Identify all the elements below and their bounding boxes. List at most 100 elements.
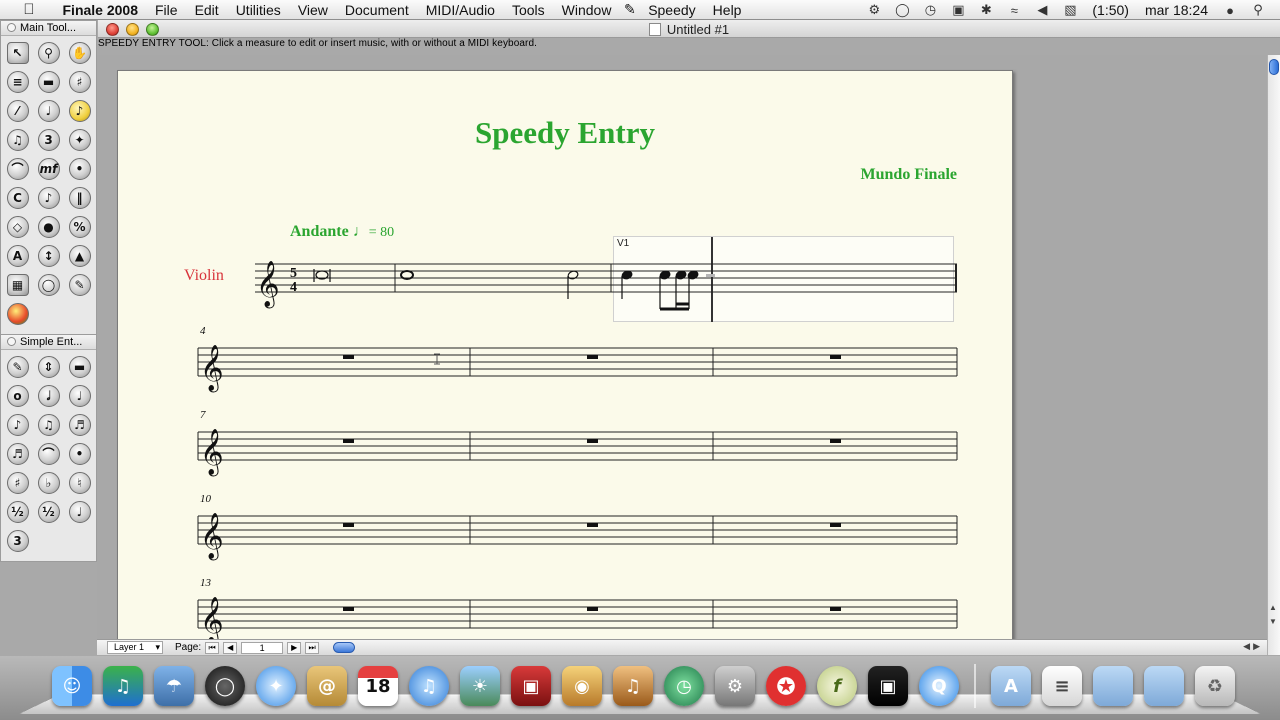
whole-note[interactable]: o (3, 382, 32, 409)
apple-menu-icon[interactable]:  (20, 1, 38, 18)
dock-downloads[interactable] (1140, 664, 1188, 708)
app-menu[interactable]: Finale 2008 (54, 2, 147, 18)
menu-window[interactable]: Window (553, 2, 620, 18)
menu-utilities[interactable]: Utilities (227, 2, 289, 18)
user-icon[interactable]: ● (1216, 3, 1244, 18)
ichat-icon[interactable]: ◯ (888, 2, 916, 18)
natural[interactable]: ♮ (65, 469, 94, 496)
pencil-tool[interactable]: ✎ (3, 353, 32, 380)
lyrics-tool[interactable]: ♪ (34, 184, 63, 211)
dock-finder[interactable]: ☺ (48, 664, 96, 708)
menu-file[interactable]: File (147, 2, 187, 18)
dot-tool[interactable]: • (65, 440, 94, 467)
color-tool[interactable] (3, 300, 32, 327)
repeat-tool[interactable]: ‖ (65, 184, 94, 211)
battery-time[interactable]: (1:50) (1084, 2, 1137, 18)
scroll-up-icon[interactable]: ▲ (1269, 603, 1277, 612)
midi-tool[interactable]: ▦ (3, 271, 32, 298)
first-page-button[interactable]: ⏮ (205, 641, 220, 654)
simple-entry-tool[interactable]: ♫ (3, 126, 32, 153)
dock-safari[interactable]: ✦ (252, 664, 300, 708)
dock-documents[interactable]: ≡ (1038, 664, 1086, 708)
dock-imovie[interactable]: ▣ (864, 664, 912, 708)
dock-finale-reader[interactable]: f (813, 664, 861, 708)
dock-quicktime[interactable]: Q (915, 664, 963, 708)
half-step-up[interactable]: ½ (3, 498, 32, 525)
ossia-tool[interactable]: ✎ (65, 271, 94, 298)
page-layout-tool[interactable]: % (65, 213, 94, 240)
next-page-button[interactable]: ▶ (287, 641, 302, 654)
menu-clock[interactable]: mar 18:24 (1137, 2, 1216, 18)
sharp[interactable]: ♯ (3, 469, 32, 496)
resize-tool[interactable]: ↕ (34, 242, 63, 269)
menu-edit[interactable]: Edit (186, 2, 227, 18)
selection-tool[interactable]: ↖ (3, 39, 32, 66)
menu-document[interactable]: Document (336, 2, 417, 18)
stem-flip[interactable]: ♩ (65, 498, 94, 525)
layer-select[interactable]: Layer 1 (107, 641, 163, 654)
dock-app-red[interactable]: ★ (762, 664, 810, 708)
page-number-field[interactable]: 1 (241, 641, 284, 654)
staff-tool[interactable]: ≡ (3, 68, 32, 95)
speedy-entry-tool[interactable]: ♪ (65, 97, 94, 124)
bluetooth-icon[interactable]: ✱ (972, 2, 1000, 18)
time-signature-tool[interactable]: ⁄ (3, 97, 32, 124)
dock-folder[interactable] (1089, 664, 1137, 708)
battery-icon[interactable]: ▧ (1056, 2, 1084, 18)
key-signature-tool[interactable]: ♯ (65, 68, 94, 95)
scroll-down-icon[interactable]: ▼ (1269, 617, 1277, 626)
spotlight-icon[interactable]: ⚲ (1244, 2, 1272, 18)
hand-grabber-tool[interactable]: ✋ (65, 39, 94, 66)
eraser-tool[interactable]: ⇕ (34, 353, 63, 380)
eighth-note[interactable]: ♪ (3, 411, 32, 438)
clef-tool[interactable]: ♩ (34, 97, 63, 124)
vertical-scrollbar[interactable]: ▲ ▼ (1267, 55, 1280, 655)
note-mover-tool[interactable]: ◯ (34, 271, 63, 298)
volume-icon[interactable]: ◀ (1028, 2, 1056, 18)
expression-tool[interactable]: mf (34, 155, 63, 182)
document-area[interactable]: Speedy Entry Mundo Finale Andante ♩= 80 … (97, 55, 1267, 639)
score-page[interactable]: Speedy Entry Mundo Finale Andante ♩= 80 … (117, 70, 1013, 639)
previous-page-button[interactable]: ◀ (223, 641, 238, 654)
half-step-down[interactable]: ½ (34, 498, 63, 525)
palette-close-icon[interactable] (7, 23, 16, 32)
smart-shape-tool[interactable]: ⌒ (3, 155, 32, 182)
dock-photo-booth[interactable]: ◉ (558, 664, 606, 708)
dock-iphoto[interactable]: ☀ (456, 664, 504, 708)
wifi-icon[interactable]: ≈ (1000, 3, 1028, 18)
horizontal-scroll-arrows[interactable]: ◀▶ (1243, 641, 1263, 652)
menu-help[interactable]: Help (704, 2, 750, 18)
last-page-button[interactable]: ⏭ (305, 641, 320, 654)
graphics-tool[interactable]: ● (34, 213, 63, 240)
tuplet[interactable]: 3 (3, 527, 32, 554)
dock-time-machine[interactable]: ◷ (660, 664, 708, 708)
dock-itunes[interactable]: ♫ (405, 664, 453, 708)
simple-entry-palette-title[interactable]: Simple Ent... (1, 335, 96, 350)
dock-ical[interactable]: 18 (354, 664, 402, 708)
measure-tool[interactable]: ▬ (34, 68, 63, 95)
dock-applications-folder[interactable]: A (987, 664, 1035, 708)
horizontal-scroll-thumb[interactable] (333, 642, 356, 653)
dock-front-row[interactable]: ▣ (507, 664, 555, 708)
display-icon[interactable]: ▣ (944, 2, 972, 18)
menu-midi-audio[interactable]: MIDI/Audio (417, 2, 503, 18)
main-tool-palette-title[interactable]: Main Tool... (1, 21, 96, 36)
sixteenth-note[interactable]: ♫ (34, 411, 63, 438)
dock-dashboard[interactable]: ◯ (201, 664, 249, 708)
dock-finale[interactable]: ♫ (99, 664, 147, 708)
dock-address-book[interactable]: @ (303, 664, 351, 708)
rest-toggle-tool[interactable]: ▬ (65, 353, 94, 380)
vertical-scroll-thumb[interactable] (1269, 59, 1279, 75)
palette-close-icon[interactable] (7, 337, 16, 346)
flat[interactable]: ♭ (34, 469, 63, 496)
chord-tool[interactable]: C (3, 184, 32, 211)
sync-icon[interactable]: ⚙ (860, 2, 888, 18)
zoom-tool[interactable]: ⚲ (34, 39, 63, 66)
special-tools[interactable]: ▲ (65, 242, 94, 269)
mirror-tool[interactable]: ◇ (3, 213, 32, 240)
menu-tools[interactable]: Tools (503, 2, 553, 18)
tuplet-tool[interactable]: 3 (34, 126, 63, 153)
menu-view[interactable]: View (289, 2, 336, 18)
menu-speedy[interactable]: Speedy (640, 2, 704, 18)
plugin-icon[interactable]: ✎ (620, 1, 640, 18)
